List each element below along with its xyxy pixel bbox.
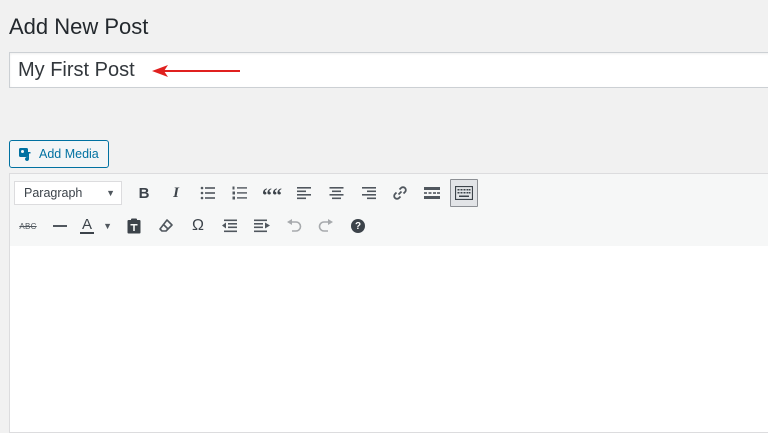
align-left-button[interactable]	[290, 179, 318, 207]
insert-link-button[interactable]	[386, 179, 414, 207]
bold-icon: B	[138, 184, 150, 202]
blockquote-icon: ““	[262, 185, 282, 207]
paragraph-format-select[interactable]: Paragraph ▼	[14, 181, 122, 205]
decrease-indent-icon	[222, 219, 237, 233]
blockquote-button[interactable]: ““	[258, 179, 286, 207]
numbered-list-button[interactable]	[226, 179, 254, 207]
post-title-field[interactable]	[9, 52, 768, 88]
increase-indent-icon	[254, 219, 270, 233]
align-center-button[interactable]	[322, 179, 350, 207]
add-media-button[interactable]: Add Media	[9, 140, 109, 168]
text-color-button[interactable]: A ▼	[78, 212, 114, 240]
horizontal-line-icon	[53, 225, 67, 227]
read-more-icon	[424, 187, 440, 199]
undo-icon	[287, 219, 302, 232]
bulleted-list-button[interactable]	[194, 179, 222, 207]
bold-button[interactable]: B	[130, 179, 158, 207]
editor-toolbar: Paragraph ▼ B I ““ ABC A ▼ Ω ?	[10, 174, 768, 247]
editor-content-area[interactable]	[10, 246, 768, 432]
align-right-icon	[361, 187, 376, 200]
special-character-icon: Ω	[192, 217, 204, 234]
redo-icon	[318, 219, 333, 232]
keyboard-shortcuts-icon: ?	[351, 219, 365, 233]
read-more-button[interactable]	[418, 179, 446, 207]
caret-down-icon: ▼	[106, 188, 115, 198]
special-character-button[interactable]: Ω	[184, 212, 212, 240]
caret-down-icon: ▼	[103, 221, 112, 231]
align-center-icon	[329, 187, 343, 200]
clear-formatting-button[interactable]	[152, 212, 180, 240]
numbered-list-icon	[232, 186, 247, 200]
clear-formatting-icon	[159, 219, 173, 232]
add-media-icon	[19, 148, 31, 162]
post-editor: Paragraph ▼ B I ““ ABC A ▼ Ω ?	[9, 173, 768, 433]
page-title: Add New Post	[9, 14, 149, 39]
toolbar-toggle-icon	[455, 186, 473, 200]
toolbar-row-1: Paragraph ▼ B I ““	[14, 179, 482, 207]
bulleted-list-icon	[200, 186, 215, 200]
increase-indent-button[interactable]	[248, 212, 276, 240]
format-select-value: Paragraph	[24, 186, 83, 200]
strikethrough-button[interactable]: ABC	[14, 212, 42, 240]
strikethrough-icon: ABC	[19, 221, 37, 231]
insert-link-icon	[393, 186, 407, 200]
post-title-input[interactable]	[10, 53, 768, 87]
paste-as-text-button[interactable]	[120, 212, 148, 240]
help-glyph: ?	[354, 220, 362, 232]
redo-button[interactable]	[312, 212, 340, 240]
undo-button[interactable]	[280, 212, 308, 240]
align-right-button[interactable]	[354, 179, 382, 207]
keyboard-shortcuts-button[interactable]: ?	[344, 212, 372, 240]
decrease-indent-button[interactable]	[216, 212, 244, 240]
italic-button[interactable]: I	[162, 179, 190, 207]
text-color-icon: A	[80, 216, 95, 234]
toolbar-row-2: ABC A ▼ Ω ?	[14, 212, 376, 240]
paste-as-text-icon	[127, 218, 141, 234]
annotation-arrow-icon	[152, 65, 240, 77]
horizontal-line-button[interactable]	[46, 212, 74, 240]
toolbar-toggle-button[interactable]	[450, 179, 478, 207]
align-left-icon	[296, 187, 311, 200]
italic-icon: I	[173, 184, 179, 201]
add-media-label: Add Media	[39, 147, 99, 161]
